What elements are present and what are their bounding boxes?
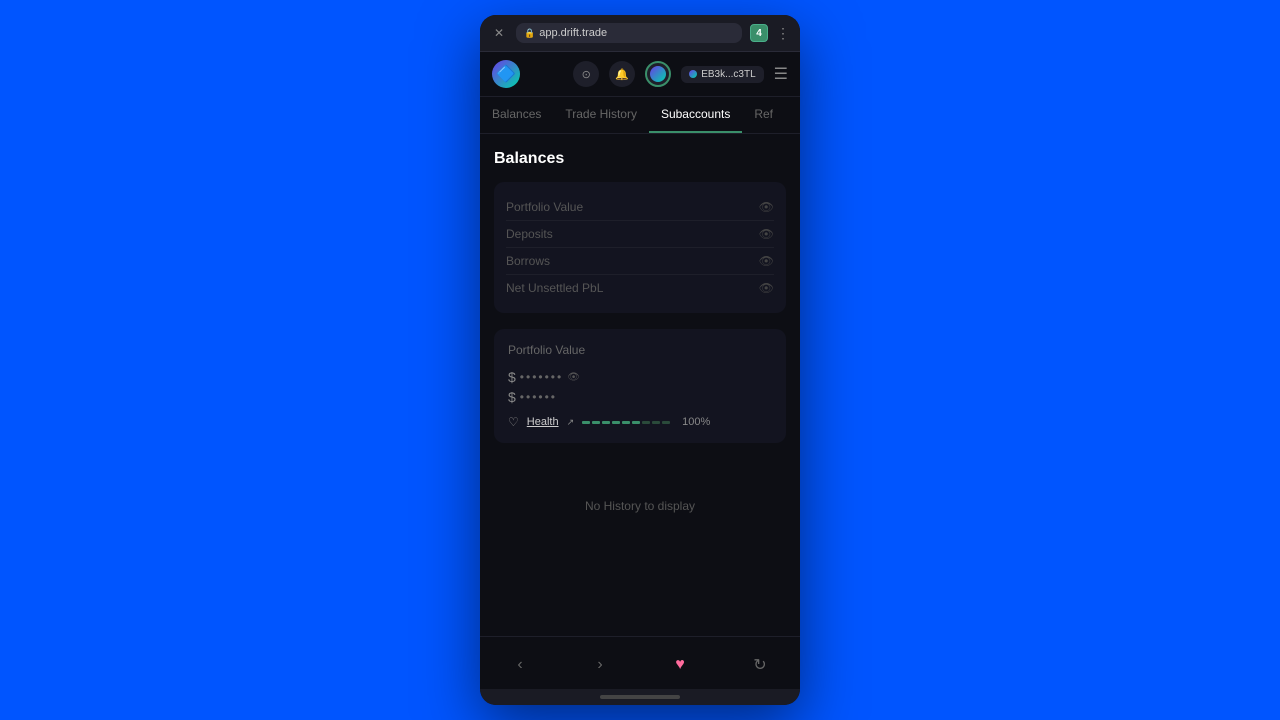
tab-balances[interactable]: Balances (480, 97, 553, 133)
browser-chrome: ✕ 🔒 app.drift.trade 4 ⋮ (480, 15, 800, 52)
app-header: 🔷 ⊙ 🔔 EB3k...c3TL ☰ (480, 52, 800, 97)
health-seg-6 (632, 421, 640, 424)
balances-section-title: Balances (494, 150, 786, 168)
health-percent: 100% (682, 416, 710, 428)
eye-icon-borrows[interactable]: 👁 (759, 254, 774, 268)
wallet-dot (689, 70, 697, 78)
wallet-address-badge[interactable]: EB3k...c3TL (681, 66, 763, 83)
health-bar (582, 421, 670, 424)
primary-dots: ••••••• (520, 370, 563, 384)
health-row: ♡ Health ↗ 100% (508, 415, 772, 429)
external-link-icon: ↗ (567, 417, 575, 428)
home-bar (600, 695, 680, 699)
forward-button[interactable]: › (582, 647, 618, 683)
balance-row-borrows: Borrows 👁 (506, 248, 774, 275)
portfolio-secondary-row: $ •••••• (508, 389, 772, 405)
tab-trade-history[interactable]: Trade History (553, 97, 649, 133)
balance-row-portfolio: Portfolio Value 👁 (506, 194, 774, 221)
health-seg-2 (592, 421, 600, 424)
portfolio-section: Portfolio Value $ ••••••• 👁 $ •••••• ♡ H… (494, 329, 786, 443)
eye-icon-deposits[interactable]: 👁 (759, 227, 774, 241)
eye-icon-pnl[interactable]: 👁 (759, 281, 774, 295)
health-seg-1 (582, 421, 590, 424)
nav-tabs: Balances Trade History Subaccounts Ref (480, 97, 800, 134)
portfolio-section-title: Portfolio Value (508, 343, 772, 357)
balance-label-pnl: Net Unsettled PbL (506, 281, 603, 295)
heart-button[interactable]: ♥ (662, 647, 698, 683)
logo-icon: 🔷 (496, 64, 516, 84)
heart-icon: ♡ (508, 415, 519, 429)
balance-label-borrows: Borrows (506, 254, 550, 268)
notifications-icon-button[interactable]: 🔔 (609, 61, 635, 87)
tab-ref[interactable]: Ref (742, 97, 785, 133)
no-history-text: No History to display (585, 499, 695, 513)
app-logo: 🔷 (492, 60, 520, 88)
balance-row-pnl: Net Unsettled PbL 👁 (506, 275, 774, 301)
wallet-icon-button[interactable] (645, 61, 671, 87)
health-seg-8 (652, 421, 660, 424)
balance-label-portfolio: Portfolio Value (506, 200, 583, 214)
eye-icon-portfolio[interactable]: 👁 (759, 200, 774, 214)
balance-row-deposits: Deposits 👁 (506, 221, 774, 248)
tab-subaccounts[interactable]: Subaccounts (649, 97, 742, 133)
secondary-dots: •••••• (520, 390, 557, 404)
secondary-currency-symbol: $ (508, 389, 516, 405)
primary-currency-symbol: $ (508, 369, 516, 385)
hamburger-menu-button[interactable]: ☰ (774, 64, 788, 84)
health-seg-4 (612, 421, 620, 424)
home-indicator (480, 689, 800, 705)
back-button[interactable]: ‹ (502, 647, 538, 683)
wallet-avatar (650, 66, 666, 82)
refresh-button[interactable]: ↻ (742, 647, 778, 683)
balances-card: Portfolio Value 👁 Deposits 👁 Borrows 👁 N… (494, 182, 786, 313)
no-history-message: No History to display (494, 459, 786, 553)
health-seg-5 (622, 421, 630, 424)
health-seg-9 (662, 421, 670, 424)
settings-icon-button[interactable]: ⊙ (573, 61, 599, 87)
tab-count[interactable]: 4 (750, 24, 768, 42)
primary-eye-icon[interactable]: 👁 (567, 372, 580, 383)
browser-menu-button[interactable]: ⋮ (776, 25, 790, 42)
url-text: app.drift.trade (539, 27, 734, 39)
wallet-address-text: EB3k...c3TL (701, 69, 755, 80)
balance-label-deposits: Deposits (506, 227, 553, 241)
address-bar: 🔒 app.drift.trade (516, 23, 742, 43)
lock-icon: 🔒 (524, 28, 535, 39)
health-link[interactable]: Health (527, 416, 559, 428)
portfolio-primary-row: $ ••••••• 👁 (508, 369, 772, 385)
health-seg-3 (602, 421, 610, 424)
phone-container: ✕ 🔒 app.drift.trade 4 ⋮ 🔷 ⊙ 🔔 EB3k...c3T… (480, 15, 800, 705)
close-button[interactable]: ✕ (490, 24, 508, 42)
portfolio-primary-amount: $ ••••••• 👁 (508, 369, 580, 385)
main-content: Balances Portfolio Value 👁 Deposits 👁 Bo… (480, 134, 800, 636)
health-seg-7 (642, 421, 650, 424)
bottom-nav: ‹ › ♥ ↻ (480, 636, 800, 689)
